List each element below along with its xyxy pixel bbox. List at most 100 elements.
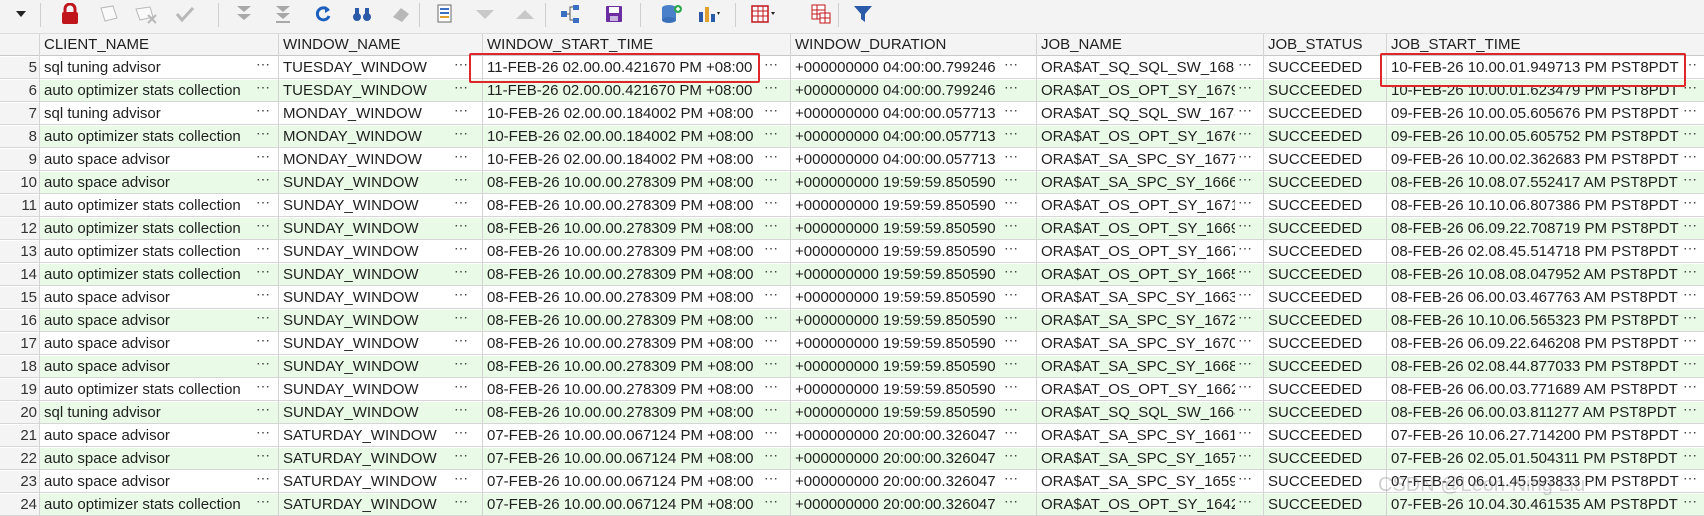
window-duration-cell[interactable]: +000000000 04:00:00.799246 (791, 57, 1016, 78)
row-number[interactable]: 17 (0, 333, 40, 354)
window-name-cell[interactable]: TUESDAY_WINDOW (279, 57, 446, 78)
blank-page-icon[interactable] (96, 0, 122, 28)
window-duration-cell[interactable]: +000000000 19:59:59.850590 (791, 356, 1016, 377)
job-name-cell[interactable]: ORA$AT_SQ_SQL_SW_1681 (1037, 57, 1235, 78)
row-number[interactable]: 22 (0, 448, 40, 469)
table-row[interactable]: 5 sql tuning advisor ⋯ TUESDAY_WINDOW ⋯ 11-FE… (0, 57, 1704, 79)
window-start-time-cell[interactable]: 10-FEB-26 02.00.00.184002 PM +08:00 (483, 126, 763, 147)
client-name-cell[interactable]: sql tuning advisor (40, 402, 261, 423)
cell-ellipsis-button[interactable]: ⋯ (1237, 494, 1253, 515)
refresh-icon[interactable] (310, 0, 336, 28)
cell-ellipsis-button[interactable]: ⋯ (453, 241, 469, 262)
row-number[interactable]: 16 (0, 310, 40, 331)
cell-ellipsis-button[interactable]: ⋯ (763, 356, 779, 377)
job-start-time-cell[interactable]: 09-FEB-26 10.00.02.362683 PM PST8PDT (1387, 149, 1687, 170)
table-row[interactable]: 15 auto space advisor ⋯ SUNDAY_WINDOW ⋯ 08-FE… (0, 287, 1704, 309)
window-duration-cell[interactable]: +000000000 20:00:00.326047 (791, 448, 1016, 469)
client-name-cell[interactable]: auto space advisor (40, 172, 261, 193)
cell-ellipsis-button[interactable]: ⋯ (1003, 379, 1019, 400)
job-status-cell[interactable]: SUCCEEDED (1264, 356, 1367, 377)
cell-ellipsis-button[interactable]: ⋯ (1003, 57, 1019, 78)
cell-ellipsis-button[interactable]: ⋯ (1682, 425, 1698, 446)
cell-ellipsis-button[interactable]: ⋯ (763, 471, 779, 492)
client-name-cell[interactable]: auto optimizer stats collection (40, 494, 261, 515)
job-status-cell[interactable]: SUCCEEDED (1264, 379, 1367, 400)
table-row[interactable]: 22 auto space advisor ⋯ SATURDAY_WINDOW ⋯ 07-… (0, 448, 1704, 470)
cell-ellipsis-button[interactable]: ⋯ (1682, 218, 1698, 239)
window-name-cell[interactable]: SUNDAY_WINDOW (279, 264, 446, 285)
cell-ellipsis-button[interactable]: ⋯ (255, 425, 271, 446)
export-icon[interactable] (808, 0, 834, 28)
window-name-cell[interactable]: TUESDAY_WINDOW (279, 80, 446, 101)
cell-ellipsis-button[interactable]: ⋯ (763, 287, 779, 308)
window-start-time-cell[interactable]: 10-FEB-26 02.00.00.184002 PM +08:00 (483, 149, 763, 170)
window-duration-cell[interactable]: +000000000 04:00:00.057713 (791, 126, 1016, 147)
window-name-cell[interactable]: SUNDAY_WINDOW (279, 287, 446, 308)
job-start-time-cell[interactable]: 08-FEB-26 06.00.03.467763 AM PST8PDT (1387, 287, 1687, 308)
client-name-cell[interactable]: auto space advisor (40, 425, 261, 446)
job-status-cell[interactable]: SUCCEEDED (1264, 80, 1367, 101)
cell-ellipsis-button[interactable]: ⋯ (1682, 126, 1698, 147)
window-duration-cell[interactable]: +000000000 19:59:59.850590 (791, 241, 1016, 262)
job-status-cell[interactable]: SUCCEEDED (1264, 333, 1367, 354)
job-name-cell[interactable]: ORA$AT_OS_OPT_SY_1667 (1037, 241, 1235, 262)
cell-ellipsis-button[interactable]: ⋯ (763, 425, 779, 446)
cell-ellipsis-button[interactable]: ⋯ (255, 402, 271, 423)
cell-ellipsis-button[interactable]: ⋯ (255, 103, 271, 124)
cell-ellipsis-button[interactable]: ⋯ (1682, 379, 1698, 400)
job-start-time-cell[interactable]: 08-FEB-26 10.10.06.565323 PM PST8PDT (1387, 310, 1687, 331)
window-start-time-cell[interactable]: 08-FEB-26 10.00.00.278309 PM +08:00 (483, 333, 763, 354)
client-name-cell[interactable]: auto space advisor (40, 310, 261, 331)
window-name-cell[interactable]: SUNDAY_WINDOW (279, 172, 446, 193)
cell-ellipsis-button[interactable]: ⋯ (1237, 80, 1253, 101)
table-row[interactable]: 9 auto space advisor ⋯ MONDAY_WINDOW ⋯ 10-FEB… (0, 149, 1704, 171)
window-name-cell[interactable]: SATURDAY_WINDOW (279, 425, 446, 446)
job-start-time-cell[interactable]: 08-FEB-26 10.10.06.807386 PM PST8PDT (1387, 195, 1687, 216)
database-add-icon[interactable] (659, 0, 685, 28)
cell-ellipsis-button[interactable]: ⋯ (255, 241, 271, 262)
cell-ellipsis-button[interactable]: ⋯ (1237, 241, 1253, 262)
job-status-cell[interactable]: SUCCEEDED (1264, 264, 1367, 285)
table-row[interactable]: 19 auto optimizer stats collection ⋯ SUNDAY… (0, 379, 1704, 401)
column-divider[interactable] (278, 34, 279, 516)
window-start-time-cell[interactable]: 08-FEB-26 10.00.00.278309 PM +08:00 (483, 402, 763, 423)
cell-ellipsis-button[interactable]: ⋯ (1003, 149, 1019, 170)
window-name-cell[interactable]: SATURDAY_WINDOW (279, 448, 446, 469)
window-name-cell[interactable]: SUNDAY_WINDOW (279, 379, 446, 400)
job-start-time-cell[interactable]: 09-FEB-26 10.00.05.605752 PM PST8PDT (1387, 126, 1687, 147)
cell-ellipsis-button[interactable]: ⋯ (1237, 379, 1253, 400)
cell-ellipsis-button[interactable]: ⋯ (1682, 448, 1698, 469)
job-status-cell[interactable]: SUCCEEDED (1264, 218, 1367, 239)
job-status-cell[interactable]: SUCCEEDED (1264, 310, 1367, 331)
lock-icon[interactable] (57, 0, 83, 28)
cell-ellipsis-button[interactable]: ⋯ (1237, 218, 1253, 239)
dropdown-arrow-icon[interactable] (8, 0, 34, 28)
cell-ellipsis-button[interactable]: ⋯ (255, 149, 271, 170)
table-row[interactable]: 10 auto space advisor ⋯ SUNDAY_WINDOW ⋯ 08-FE… (0, 172, 1704, 194)
cell-ellipsis-button[interactable]: ⋯ (453, 494, 469, 515)
job-start-time-cell[interactable]: 08-FEB-26 10.08.07.552417 AM PST8PDT (1387, 172, 1687, 193)
column-header-window-duration[interactable]: WINDOW_DURATION (791, 34, 1016, 55)
job-start-time-cell[interactable]: 07-FEB-26 10.04.30.461535 AM PST8PDT (1387, 494, 1687, 515)
column-header-job-start-time[interactable]: JOB_START_TIME (1387, 34, 1687, 55)
filter-icon[interactable] (850, 0, 876, 28)
column-header-job-status[interactable]: JOB_STATUS (1264, 34, 1367, 55)
row-number[interactable]: 21 (0, 425, 40, 446)
cell-ellipsis-button[interactable]: ⋯ (255, 218, 271, 239)
window-start-time-cell[interactable]: 08-FEB-26 10.00.00.278309 PM +08:00 (483, 218, 763, 239)
job-status-cell[interactable]: SUCCEEDED (1264, 103, 1367, 124)
job-name-cell[interactable]: ORA$AT_SA_SPC_SY_1661 (1037, 425, 1235, 446)
cell-ellipsis-button[interactable]: ⋯ (1003, 103, 1019, 124)
table-row[interactable]: 16 auto space advisor ⋯ SUNDAY_WINDOW ⋯ 08-FE… (0, 310, 1704, 332)
window-start-time-cell[interactable]: 08-FEB-26 10.00.00.278309 PM +08:00 (483, 172, 763, 193)
cell-ellipsis-button[interactable]: ⋯ (763, 172, 779, 193)
row-number[interactable]: 20 (0, 402, 40, 423)
window-duration-cell[interactable]: +000000000 19:59:59.850590 (791, 195, 1016, 216)
cell-ellipsis-button[interactable]: ⋯ (255, 333, 271, 354)
client-name-cell[interactable]: auto optimizer stats collection (40, 218, 261, 239)
cell-ellipsis-button[interactable]: ⋯ (1682, 57, 1698, 78)
cell-ellipsis-button[interactable]: ⋯ (1682, 494, 1698, 515)
job-status-cell[interactable]: SUCCEEDED (1264, 149, 1367, 170)
cell-ellipsis-button[interactable]: ⋯ (1237, 172, 1253, 193)
window-start-time-cell[interactable]: 07-FEB-26 10.00.00.067124 PM +08:00 (483, 448, 763, 469)
